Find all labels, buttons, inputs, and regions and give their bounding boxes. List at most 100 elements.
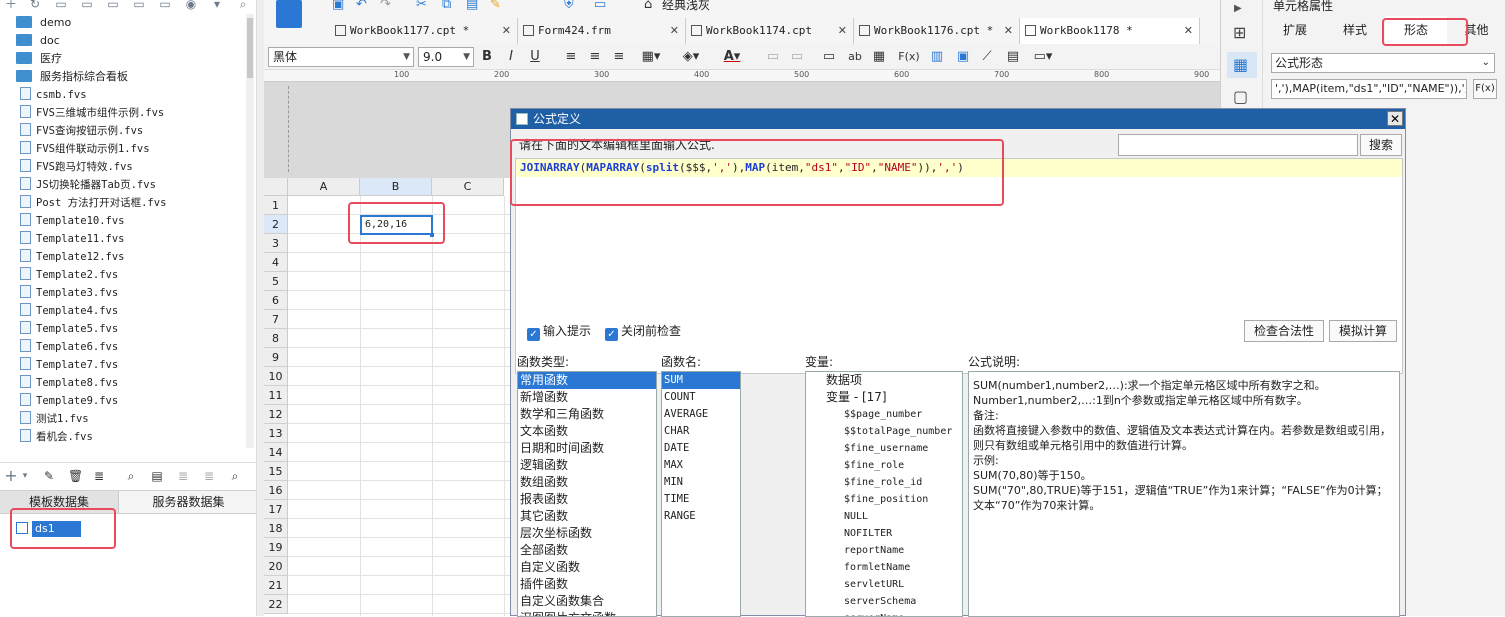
database-icon[interactable]: ≣ bbox=[92, 469, 106, 483]
row-header[interactable]: 3 bbox=[264, 234, 288, 253]
grid-row[interactable] bbox=[288, 386, 510, 405]
variable-item[interactable]: $fine_username bbox=[806, 440, 962, 457]
row-header[interactable]: 12 bbox=[264, 405, 288, 424]
variable-item[interactable]: $fine_role_id bbox=[806, 474, 962, 491]
expand-icon[interactable]: ▶ bbox=[1234, 0, 1242, 18]
align-center-icon[interactable]: ≡ bbox=[586, 48, 604, 66]
grid-row[interactable] bbox=[288, 595, 510, 614]
element-icon[interactable]: ▢ bbox=[1233, 88, 1248, 106]
close-icon[interactable]: ✕ bbox=[1004, 18, 1013, 44]
function-type-item[interactable]: 日期和时间函数 bbox=[518, 440, 656, 457]
file-item[interactable]: FVS组件联动示例1.fvs bbox=[0, 140, 150, 158]
document-tab[interactable]: WorkBook1176.cpt * ✕ bbox=[854, 18, 1020, 44]
formula-icon[interactable]: F(x) bbox=[898, 48, 920, 66]
paste-icon[interactable]: ▤ bbox=[466, 0, 478, 14]
file-item[interactable]: Post 方法打开对话框.fvs bbox=[0, 194, 166, 212]
variable-list[interactable]: 数据项 变量 - [17] $$page_number $$totalPage_num… bbox=[805, 371, 963, 617]
formula-line[interactable]: JOINARRAY(MAPARRAY(split($$$,','),MAP(it… bbox=[516, 159, 1402, 177]
shield-icon[interactable]: ⛨ bbox=[564, 0, 574, 14]
grid-row[interactable] bbox=[288, 329, 510, 348]
open-icon[interactable]: ▭ bbox=[54, 0, 68, 11]
function-type-list[interactable]: 常用函数 新增函数 数学和三角函数 文本函数 日期和时间函数 逻辑函数 数组函数 报表函数 其它… bbox=[517, 371, 657, 617]
cell-b2[interactable]: 6,20,16 bbox=[360, 215, 433, 235]
input-hint-checkbox[interactable]: ✓ 输入提示 bbox=[527, 323, 591, 341]
file-item[interactable]: Template5.fvs bbox=[0, 320, 118, 338]
delete-dataset-icon[interactable]: 🗑 bbox=[68, 469, 83, 483]
row-header[interactable]: 9 bbox=[264, 348, 288, 367]
grid-row[interactable] bbox=[288, 538, 510, 557]
row-header[interactable]: 18 bbox=[264, 519, 288, 538]
function-type-item[interactable]: 逻辑函数 bbox=[518, 457, 656, 474]
property-tab[interactable]: 形态 bbox=[1385, 16, 1447, 44]
edit-icon[interactable]: ▭ bbox=[80, 0, 94, 11]
form-type-select[interactable]: 公式形态 ⌄ bbox=[1271, 53, 1495, 73]
row-header[interactable]: 13 bbox=[264, 424, 288, 443]
file-item[interactable]: 测试1.fvs bbox=[0, 410, 89, 428]
cut-icon[interactable]: ✂ bbox=[416, 0, 427, 14]
document-tab[interactable]: Form424.frm ✕ bbox=[518, 18, 686, 44]
filter-icon[interactable]: ▾ bbox=[210, 0, 224, 11]
row-header[interactable]: 5 bbox=[264, 272, 288, 291]
copy-icon[interactable]: ⧉ bbox=[442, 0, 451, 14]
row-header[interactable]: 19 bbox=[264, 538, 288, 557]
folder-item[interactable]: 医疗 bbox=[0, 50, 62, 68]
file-item[interactable]: Template7.fvs bbox=[0, 356, 118, 374]
image-icon[interactable]: ▣ bbox=[954, 48, 972, 66]
tab-template-dataset[interactable]: 模板数据集 bbox=[0, 491, 118, 513]
check-before-close-checkbox[interactable]: ✓ 关闭前检查 bbox=[605, 323, 681, 341]
function-type-item[interactable]: 其它函数 bbox=[518, 508, 656, 525]
format-painter-icon[interactable]: ✎ bbox=[490, 0, 501, 14]
row-header[interactable]: 8 bbox=[264, 329, 288, 348]
file-item[interactable]: FVS查询按钮示例.fvs bbox=[0, 122, 143, 140]
folder-item[interactable]: doc bbox=[0, 32, 60, 50]
variable-item[interactable]: NOFILTER bbox=[806, 525, 962, 542]
file-item[interactable]: Template12.fvs bbox=[0, 248, 125, 266]
view-icon[interactable]: ▭ bbox=[158, 0, 172, 11]
grid-corner[interactable] bbox=[264, 178, 288, 196]
underline-icon[interactable]: U bbox=[526, 48, 544, 66]
add-dataset-dropdown-icon[interactable]: ▾ bbox=[18, 469, 32, 483]
variable-item[interactable]: formletName bbox=[806, 559, 962, 576]
font-color-icon[interactable]: A▾ bbox=[718, 48, 746, 66]
file-item[interactable]: Template9.fvs bbox=[0, 392, 118, 410]
file-item[interactable]: FVS三维城市组件示例.fvs bbox=[0, 104, 164, 122]
document-tab[interactable]: WorkBook1178 * ✕ bbox=[1020, 18, 1200, 44]
file-item[interactable]: FVS跑马灯特效.fvs bbox=[0, 158, 133, 176]
close-icon[interactable]: ✕ bbox=[1387, 111, 1403, 126]
variable-item[interactable]: serverSchema bbox=[806, 593, 962, 610]
align-left-icon[interactable]: ≡ bbox=[562, 48, 580, 66]
file-tree-scrollbar[interactable] bbox=[246, 14, 254, 448]
file-item[interactable]: Template6.fvs bbox=[0, 338, 118, 356]
row-header[interactable]: 2 bbox=[264, 215, 288, 234]
file-item[interactable]: Template11.fvs bbox=[0, 230, 125, 248]
grid-row[interactable] bbox=[288, 557, 510, 576]
row-header[interactable]: 6 bbox=[264, 291, 288, 310]
row-header[interactable]: 10 bbox=[264, 367, 288, 386]
close-icon[interactable]: ✕ bbox=[1184, 18, 1193, 44]
text-icon[interactable]: ab bbox=[844, 48, 866, 66]
slash-icon[interactable]: ⟋ bbox=[978, 48, 996, 66]
column-header[interactable]: C bbox=[432, 178, 504, 196]
variable-item[interactable]: NULL bbox=[806, 508, 962, 525]
subreport-icon[interactable]: ▤ bbox=[1004, 48, 1022, 66]
font-size-select[interactable]: 9.0 ▼ bbox=[418, 47, 474, 67]
function-name-item[interactable]: RANGE bbox=[662, 508, 740, 525]
table-icon[interactable]: ▦ bbox=[870, 48, 888, 66]
variable-item[interactable]: $fine_position bbox=[806, 491, 962, 508]
grid-row[interactable] bbox=[288, 291, 510, 310]
function-name-item[interactable]: DATE bbox=[662, 440, 740, 457]
panel-divider[interactable] bbox=[256, 0, 264, 616]
column-header[interactable]: A bbox=[288, 178, 360, 196]
row-header[interactable]: 1 bbox=[264, 196, 288, 215]
preview-dataset-icon[interactable]: ⌕ bbox=[124, 469, 138, 483]
function-type-item[interactable]: 层次坐标函数 bbox=[518, 525, 656, 542]
function-type-item[interactable]: 数组函数 bbox=[518, 474, 656, 491]
refresh-icon[interactable]: ↻ bbox=[28, 0, 42, 11]
row-header[interactable]: 11 bbox=[264, 386, 288, 405]
variable-item[interactable]: reportName bbox=[806, 542, 962, 559]
row-header[interactable]: 7 bbox=[264, 310, 288, 329]
file-item[interactable]: JS切换轮播器Tab页.fvs bbox=[0, 176, 156, 194]
file-item[interactable]: Template3.fvs bbox=[0, 284, 118, 302]
scrollbar-thumb[interactable] bbox=[247, 18, 253, 78]
variable-item[interactable]: servletURL bbox=[806, 576, 962, 593]
